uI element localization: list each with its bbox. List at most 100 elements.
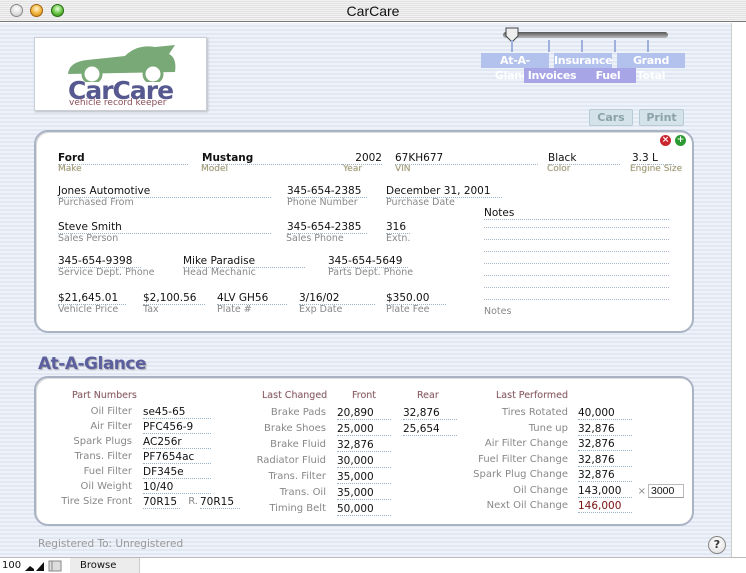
- make-label: Make: [58, 164, 82, 174]
- engine-size-label: Engine Size: [630, 164, 683, 174]
- exp-date-label: Exp Date: [299, 304, 343, 315]
- add-record-icon[interactable]: +: [675, 135, 686, 146]
- notes-line[interactable]: [484, 239, 669, 240]
- performed-mileage-field[interactable]: 32,876: [578, 438, 632, 451]
- part-number-field[interactable]: DF345e: [143, 466, 211, 479]
- notes-line[interactable]: [484, 275, 669, 276]
- service-label: Radiator Fluid: [256, 455, 326, 466]
- notes-line[interactable]: [484, 299, 669, 300]
- performed-mileage-field[interactable]: 32,876: [578, 469, 632, 482]
- part-label: Oil Filter: [90, 406, 132, 417]
- front-mileage-field[interactable]: 35,000: [337, 471, 391, 484]
- tire-size-label: Tire Size Front: [61, 496, 132, 507]
- rear-header: Rear: [417, 390, 439, 401]
- notes-line[interactable]: [484, 287, 669, 288]
- notes-label: Notes: [484, 306, 512, 317]
- performed-label: Tires Rotated: [501, 407, 568, 418]
- zoom-level[interactable]: 100: [2, 560, 21, 571]
- tab-invoices[interactable]: Invoices: [524, 68, 580, 83]
- mode-indicator[interactable]: Browse: [70, 558, 140, 573]
- year-label: Year: [343, 164, 363, 174]
- tab-at-a-glance[interactable]: At-A-Glance: [481, 53, 549, 82]
- status-bar: 100 Browse: [0, 557, 746, 573]
- interval-multiplier: ×: [637, 486, 646, 497]
- service-label: Trans. Filter: [268, 471, 326, 482]
- part-number-field[interactable]: AC256r: [143, 436, 211, 449]
- performed-mileage-field[interactable]: 32,876: [578, 423, 632, 436]
- vehicle-price-label: Vehicle Price: [58, 304, 119, 315]
- scrollbar-area: [731, 23, 746, 557]
- performed-mileage-field[interactable]: 40,000: [578, 407, 632, 420]
- phone-number-label: Phone Number: [287, 197, 358, 208]
- notes-line[interactable]: [484, 227, 669, 228]
- tab-insurance[interactable]: Insurance: [554, 53, 613, 68]
- front-mileage-field[interactable]: 32,876: [337, 439, 391, 452]
- purchase-date-label: Purchase Date: [386, 197, 455, 208]
- plate-fee-label: Plate Fee: [386, 304, 430, 315]
- notes-title: Notes: [484, 207, 669, 220]
- rear-mileage-field[interactable]: 25,654: [403, 423, 457, 436]
- extn-label: Extn.: [386, 233, 411, 244]
- last-performed-header: Last Performed: [496, 390, 568, 401]
- vin-field[interactable]: 67KH677: [395, 152, 538, 165]
- front-mileage-field[interactable]: 50,000: [337, 503, 391, 516]
- notes-line[interactable]: [484, 251, 669, 252]
- performed-label: Oil Change: [513, 484, 568, 496]
- slider-tick: [548, 40, 550, 52]
- part-label: Air Filter: [90, 421, 132, 432]
- performed-label: Air Filter Change: [484, 438, 568, 449]
- registration-status: Registered To: Unregistered: [38, 538, 184, 550]
- sales-phone-label: Sales Phone: [286, 233, 344, 244]
- model-label: Model: [201, 164, 229, 174]
- service-phone-label: Service Dept. Phone: [58, 267, 155, 278]
- view-slider-track[interactable]: [503, 32, 668, 38]
- service-label: Trans. Oil: [279, 487, 326, 498]
- front-mileage-field[interactable]: 25,000: [337, 423, 391, 436]
- tire-rear-field[interactable]: 70R15: [200, 496, 240, 509]
- tab-grand-total[interactable]: Grand Total: [617, 53, 685, 82]
- performed-mileage-field[interactable]: 143,000: [578, 485, 632, 498]
- oil-interval-input[interactable]: 3000: [648, 484, 684, 498]
- purchased-from-label: Purchased From: [58, 197, 134, 208]
- rear-mileage-field[interactable]: 32,876: [403, 407, 457, 420]
- tab-fuel[interactable]: Fuel: [580, 68, 636, 83]
- tire-rear-label: R.: [188, 496, 198, 507]
- front-mileage-field[interactable]: 35,000: [337, 487, 391, 500]
- sales-person-label: Sales Person: [58, 233, 119, 244]
- tire-front-field[interactable]: 70R15: [143, 496, 180, 509]
- color-label: Color: [547, 164, 571, 174]
- part-number-field[interactable]: 10/40: [143, 481, 211, 494]
- head-mechanic-label: Head Mechanic: [183, 267, 256, 278]
- cars-button[interactable]: Cars: [589, 109, 633, 126]
- notes-line[interactable]: [484, 263, 669, 264]
- performed-label: Spark Plug Change: [473, 469, 568, 480]
- zoom-controls-icon[interactable]: [24, 560, 68, 572]
- part-number-field[interactable]: PFC456-9: [143, 421, 211, 434]
- slider-tick: [511, 40, 513, 52]
- logo-tagline: vehicle record keeper: [69, 98, 167, 108]
- part-number-field[interactable]: se45-65: [143, 406, 211, 419]
- service-label: Brake Shoes: [263, 423, 326, 434]
- part-number-field[interactable]: PF7654ac: [143, 451, 211, 464]
- delete-record-icon[interactable]: ×: [660, 135, 671, 146]
- tax-label: Tax: [143, 304, 159, 315]
- slider-tick: [647, 40, 649, 52]
- part-label: Spark Plugs: [73, 436, 132, 447]
- performed-label: Tune up: [528, 422, 568, 434]
- title-bar: CarCare: [0, 0, 746, 22]
- front-mileage-field[interactable]: 20,890: [337, 407, 391, 420]
- front-mileage-field[interactable]: 30,000: [337, 455, 391, 468]
- vin-label: VIN: [395, 164, 411, 174]
- parts-phone-label: Parts Dept. Phone: [328, 267, 414, 278]
- section-title: At-A-Glance: [38, 354, 147, 374]
- slider-tick: [581, 40, 583, 52]
- part-label: Trans. Filter: [74, 451, 132, 462]
- performed-mileage-field[interactable]: 32,876: [578, 454, 632, 467]
- help-button[interactable]: ?: [708, 536, 726, 554]
- performed-mileage-field[interactable]: 146,000: [578, 500, 632, 513]
- print-button[interactable]: Print: [639, 109, 684, 126]
- part-numbers-header: Part Numbers: [72, 390, 137, 401]
- front-header: Front: [352, 390, 377, 401]
- service-label: Brake Fluid: [270, 439, 326, 450]
- plate-label: Plate #: [217, 304, 252, 315]
